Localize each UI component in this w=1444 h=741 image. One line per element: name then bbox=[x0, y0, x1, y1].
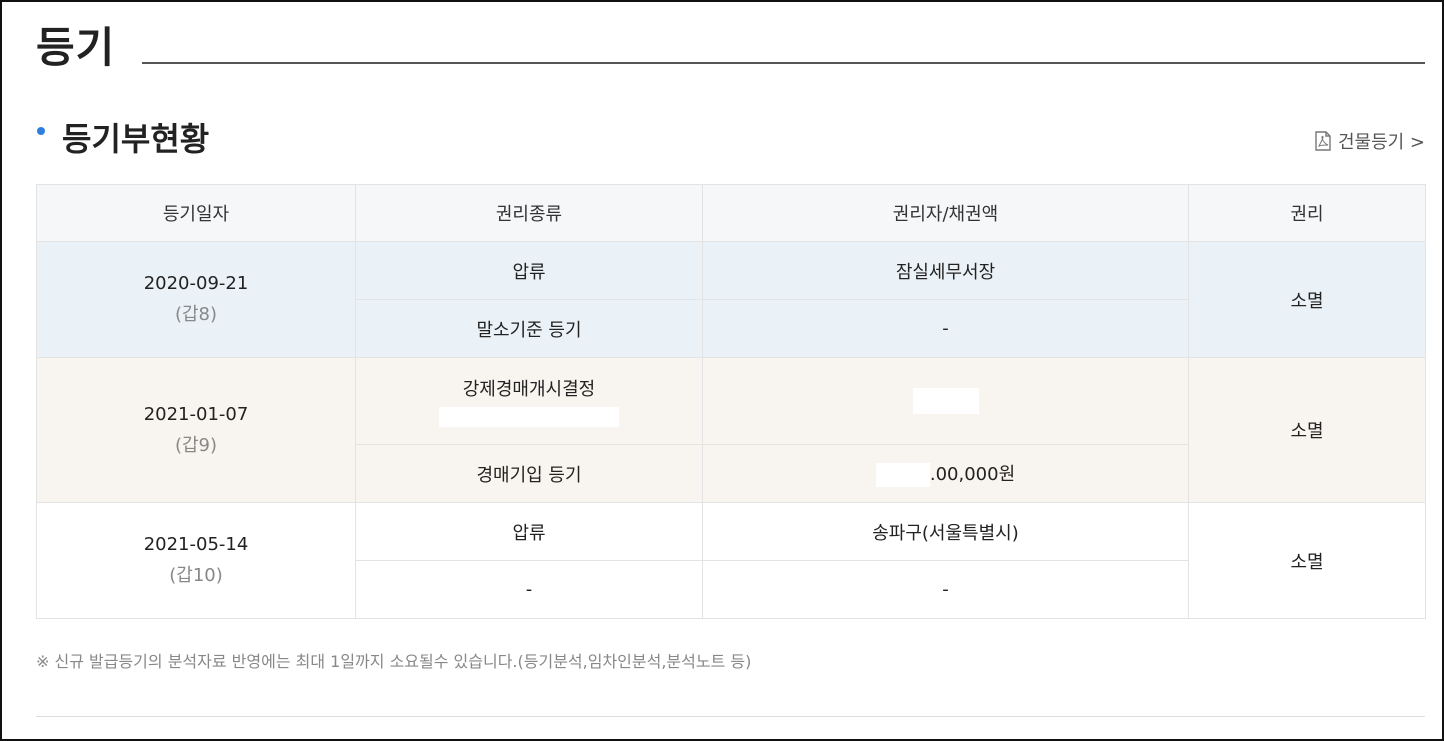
kind-text: 강제경매개시결정 bbox=[462, 379, 596, 400]
building-registry-link[interactable]: 건물등기 > bbox=[1314, 128, 1425, 154]
col-header-status: 권리 bbox=[1188, 184, 1426, 242]
redacted-block bbox=[875, 463, 930, 487]
building-registry-link-label: 건물등기 > bbox=[1337, 132, 1425, 153]
col-header-date: 등기일자 bbox=[36, 184, 356, 242]
kind-cell: 말소기준 등기 bbox=[355, 299, 703, 358]
registry-ref: (갑8) bbox=[174, 304, 218, 325]
holder-cell: 송파구(서울특별시) bbox=[702, 502, 1189, 561]
page-title: 등기 bbox=[36, 23, 116, 72]
kind-cell: 강제경매개시결정 bbox=[355, 357, 703, 445]
pdf-icon bbox=[1314, 131, 1332, 151]
status-cell: 소멸 bbox=[1188, 241, 1426, 358]
col-header-kind: 권리종류 bbox=[355, 184, 703, 242]
holder-cell bbox=[702, 357, 1189, 445]
redacted-block bbox=[912, 388, 979, 414]
holder-amount: .00,000원 bbox=[929, 464, 1016, 485]
table-row: 2021-01-07 (갑9) 강제경매개시결정 소멸 bbox=[36, 357, 1426, 503]
registry-ref: (갑9) bbox=[174, 434, 218, 456]
analysis-notice: ※ 신규 발급등기의 분석자료 반영에는 최대 1일까지 소요될수 있습니다.(… bbox=[36, 652, 752, 671]
date-cell: 2021-01-07 (갑9) bbox=[36, 357, 356, 503]
date-cell: 2020-09-21 (갑8) bbox=[36, 241, 356, 358]
kind-cell: 경매기입 등기 bbox=[355, 444, 703, 503]
table-header-row: 등기일자 권리종류 권리자/채권액 권리 bbox=[36, 184, 1426, 242]
kind-cell: - bbox=[355, 560, 703, 619]
kind-cell: 압류 bbox=[355, 502, 703, 561]
col-header-holder: 권리자/채권액 bbox=[702, 184, 1189, 242]
section-title: 등기부현황 bbox=[62, 120, 210, 158]
table-row: 2021-05-14 (갑10) 압류 송파구(서울특별시) 소멸 bbox=[36, 502, 1426, 619]
registry-date: 2020-09-21 bbox=[143, 273, 249, 294]
title-divider bbox=[142, 62, 1425, 64]
status-cell: 소멸 bbox=[1188, 357, 1426, 503]
redacted-block bbox=[439, 407, 619, 427]
holder-cell: .00,000원 bbox=[702, 444, 1189, 503]
registry-table: 등기일자 권리종류 권리자/채권액 권리 2020-09-21 (갑8) 압류 … bbox=[36, 184, 1426, 619]
holder-cell: - bbox=[702, 299, 1189, 358]
holder-cell: - bbox=[702, 560, 1189, 619]
registry-date: 2021-01-07 bbox=[143, 403, 249, 425]
bottom-divider bbox=[36, 716, 1425, 717]
registry-date: 2021-05-14 bbox=[143, 534, 249, 555]
registry-ref: (갑10) bbox=[169, 565, 223, 586]
status-cell: 소멸 bbox=[1188, 502, 1426, 619]
date-cell: 2021-05-14 (갑10) bbox=[36, 502, 356, 619]
holder-cell: 잠실세무서장 bbox=[702, 241, 1189, 300]
table-row: 2020-09-21 (갑8) 압류 잠실세무서장 소멸 bbox=[36, 241, 1426, 358]
section-bullet bbox=[37, 127, 45, 135]
kind-cell: 압류 bbox=[355, 241, 703, 300]
